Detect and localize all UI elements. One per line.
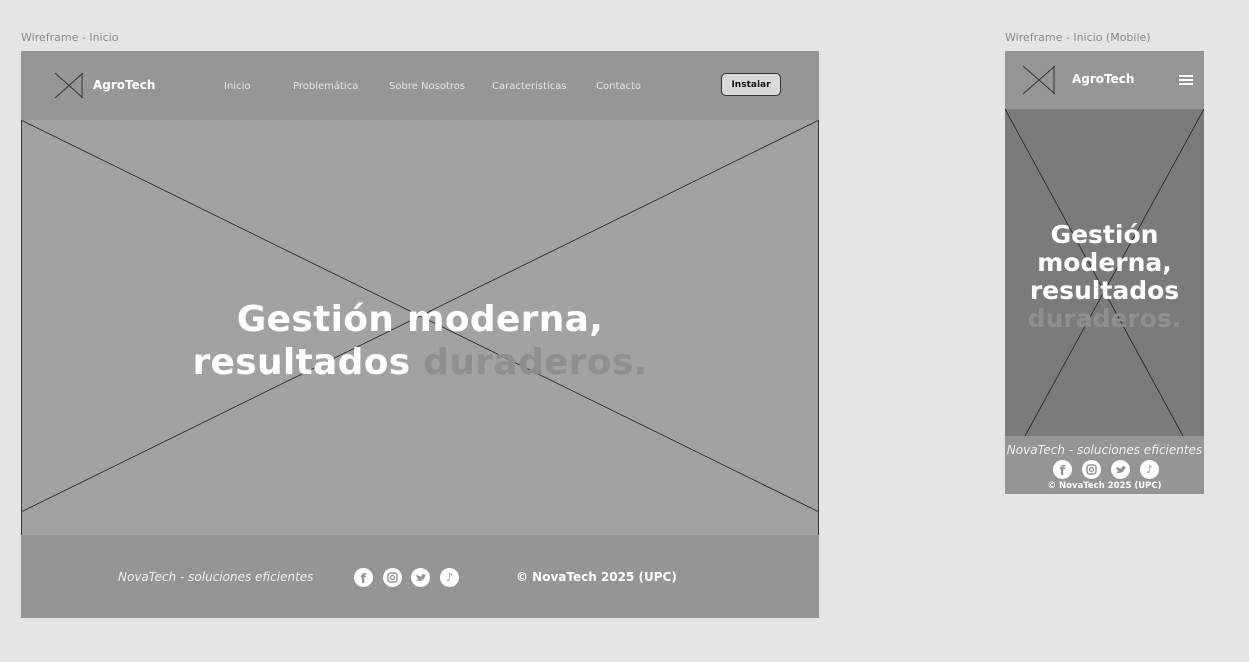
tiktok-icon[interactable]: ♪: [1140, 460, 1159, 479]
nav-item-problematica[interactable]: Problemática: [293, 81, 358, 92]
nav-item-inicio[interactable]: Inicio: [224, 81, 250, 92]
hero-headline: Gestión moderna, resultados duraderos.: [1005, 221, 1204, 333]
mobile-wireframe: AgroTech Gestión moderna, resultados dur…: [1005, 51, 1204, 494]
hero-headline-line2: moderna,: [1037, 248, 1172, 277]
brand-name[interactable]: AgroTech: [1072, 72, 1134, 86]
footer-tagline: NovaTech - soluciones eficientes: [118, 570, 314, 584]
hero-headline-muted: duraderos.: [1027, 304, 1182, 333]
hero-headline-line1: Gestión: [1050, 220, 1159, 249]
footer-copyright: © NovaTech 2025 (UPC): [516, 570, 677, 584]
install-button[interactable]: Instalar: [721, 73, 781, 96]
twitter-icon[interactable]: [411, 568, 430, 587]
brand-name[interactable]: AgroTech: [93, 78, 155, 92]
logo-placeholder-icon: [54, 72, 84, 99]
logo-placeholder-icon: [1022, 65, 1056, 95]
hamburger-menu-icon[interactable]: [1179, 75, 1193, 85]
instagram-icon[interactable]: [1082, 460, 1101, 479]
desktop-header: AgroTech Inicio Problemática Sobre Nosot…: [21, 51, 819, 120]
hero-headline-line2: resultados duraderos.: [21, 341, 819, 384]
desktop-wireframe: AgroTech Inicio Problemática Sobre Nosot…: [21, 51, 819, 618]
desktop-frame-label: Wireframe - Inicio: [21, 31, 119, 44]
desktop-footer: NovaTech - soluciones eficientes f ♪ © N…: [21, 535, 819, 618]
tiktok-icon[interactable]: ♪: [440, 568, 459, 587]
footer-copyright: © NovaTech 2025 (UPC): [1047, 481, 1162, 491]
mobile-frame-label: Wireframe - Inicio (Mobile): [1005, 31, 1151, 44]
hero-headline: Gestión moderna, resultados duraderos.: [21, 298, 819, 384]
hero-image-placeholder: Gestión moderna, resultados duraderos.: [1005, 109, 1204, 436]
instagram-icon[interactable]: [383, 568, 402, 587]
facebook-icon[interactable]: f: [354, 568, 373, 587]
nav-item-caracteristicas[interactable]: Características: [492, 81, 567, 92]
mobile-header: AgroTech: [1005, 51, 1204, 109]
mobile-footer: NovaTech - soluciones eficientes f ♪ © N…: [1005, 436, 1204, 494]
nav-item-contacto[interactable]: Contacto: [596, 81, 641, 92]
hero-image-placeholder: Gestión moderna, resultados duraderos.: [21, 120, 819, 535]
hero-headline-line1: Gestión moderna,: [236, 299, 604, 340]
hero-headline-bright: resultados: [192, 342, 411, 383]
footer-tagline: NovaTech - soluciones eficientes: [1006, 443, 1203, 457]
hero-headline-muted: duraderos.: [423, 342, 648, 383]
nav-item-sobre-nosotros[interactable]: Sobre Nosotros: [389, 81, 465, 92]
twitter-icon[interactable]: [1111, 460, 1130, 479]
facebook-icon[interactable]: f: [1053, 460, 1072, 479]
hero-headline-line3: resultados: [1029, 276, 1180, 305]
